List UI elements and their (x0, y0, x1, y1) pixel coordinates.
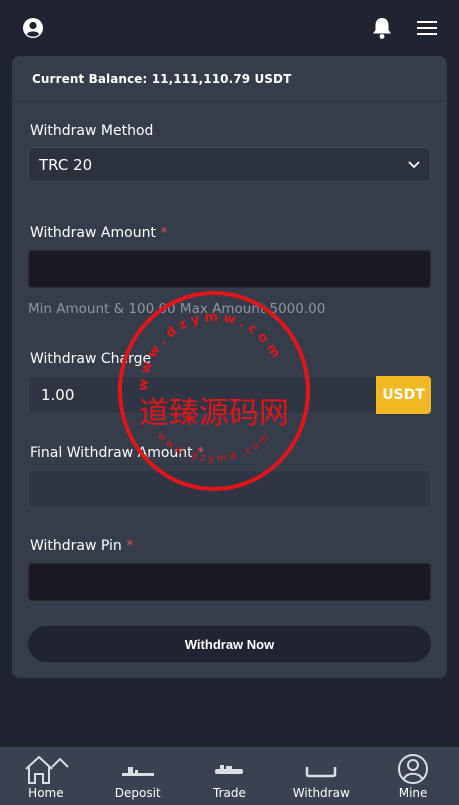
withdraw-method-label-text: Withdraw Method (30, 123, 154, 139)
withdraw-pin-label-text: Withdraw Pin (30, 538, 122, 554)
withdraw-method-value: TRC 20 (39, 155, 93, 174)
withdraw-charge-input: 1.00 (28, 376, 376, 414)
nav-item-trade[interactable]: Trade (189, 746, 269, 800)
home-icon (22, 752, 70, 786)
amount-limit-hint: Min Amount & 100.00 Max Amount 5000.00 (28, 301, 326, 317)
withdraw-pin-input[interactable] (28, 563, 431, 601)
withdraw-amount-input[interactable] (28, 250, 431, 288)
required-mark: * (197, 445, 205, 461)
nav-item-mine[interactable]: Mine (373, 746, 453, 800)
withdraw-method-label: Withdraw Method (30, 123, 153, 139)
top-bar (0, 0, 459, 56)
nav-item-withdraw[interactable]: Withdraw (281, 746, 361, 800)
withdraw-charge-label-text: Withdraw Charge (30, 351, 152, 367)
withdraw-pin-label: Withdraw Pin * (30, 538, 133, 554)
mine-user-icon (396, 752, 430, 786)
required-mark: * (160, 225, 168, 241)
withdraw-amount-label: Withdraw Amount * (30, 225, 167, 241)
trade-icon (211, 752, 247, 786)
withdraw-card: Current Balance: 11,111,110.79 USDT With… (12, 56, 447, 678)
required-mark: * (126, 538, 134, 554)
withdraw-charge-group: 1.00 USDT (28, 376, 431, 414)
nav-label-trade: Trade (213, 786, 246, 800)
withdraw-charge-label: Withdraw Charge (30, 351, 151, 367)
nav-item-home[interactable]: Home (6, 746, 86, 800)
bell-icon[interactable] (371, 16, 393, 40)
nav-label-mine: Mine (398, 786, 428, 800)
current-balance: Current Balance: 11,111,110.79 USDT (12, 56, 447, 102)
final-withdraw-amount-input (28, 470, 431, 508)
nav-label-home: Home (28, 786, 64, 800)
withdraw-now-button[interactable]: Withdraw Now (28, 626, 431, 662)
nav-label-deposit: Deposit (114, 786, 161, 800)
withdraw-amount-label-text: Withdraw Amount (30, 225, 156, 241)
nav-label-withdraw: Withdraw (292, 786, 350, 800)
hamburger-menu-icon[interactable] (417, 20, 437, 36)
charge-currency-tag: USDT (376, 376, 431, 414)
nav-item-deposit[interactable]: Deposit (98, 746, 178, 800)
final-withdraw-amount-label: Final Withdraw Amount * (30, 445, 204, 461)
chevron-down-icon (408, 160, 420, 169)
bottom-navigation: Home Deposit Trade Withdraw Mine (0, 747, 459, 805)
withdraw-method-select[interactable]: TRC 20 (28, 147, 431, 182)
deposit-icon (120, 752, 156, 786)
withdraw-icon (303, 752, 339, 786)
withdraw-charge-value: 1.00 (41, 386, 75, 404)
user-circle-icon[interactable] (22, 17, 44, 39)
final-withdraw-amount-label-text: Final Withdraw Amount (30, 445, 193, 461)
